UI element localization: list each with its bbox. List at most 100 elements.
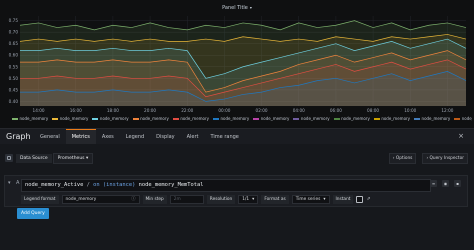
menu-icon[interactable]: ≡ — [430, 180, 437, 187]
legend-item[interactable]: node_memory — [213, 116, 249, 121]
min-step-placeholder: 2m — [173, 196, 181, 202]
legend-swatch — [12, 118, 18, 120]
editor-title: Graph — [6, 132, 31, 141]
chevron-down-icon: ▾ — [252, 196, 255, 202]
query-expression-input[interactable]: node_memory_Active / on (instance) node_… — [21, 179, 431, 192]
options-label: Options — [395, 156, 413, 161]
resolution-value: 1/1 — [242, 196, 250, 202]
x-tick-label: 08:00 — [367, 108, 379, 113]
metrics-editor: Data Source Prometheus ▾ › Options › Que… — [0, 144, 474, 250]
legend-item[interactable]: node_memory — [253, 116, 289, 121]
editor-tabs: General Metrics Axes Legend Display Alert Time… — [34, 129, 245, 145]
graph-panel: 0.75 0.70 0.65 0.60 0.55 0.50 0.45 0.40 14:00 16… — [0, 0, 474, 128]
x-tick-label: 22:00 — [181, 108, 193, 113]
x-tick-label: 20:00 — [144, 108, 156, 113]
query-letter: A — [16, 180, 20, 186]
legend-format-value: node_memory — [65, 196, 97, 202]
datasource-label: Data Source — [16, 153, 52, 163]
x-tick-label: 02:00 — [256, 108, 268, 113]
legend-item[interactable]: node_memory — [52, 116, 88, 121]
query-by-clause: on (instance) — [93, 182, 136, 188]
chevron-right-icon: › — [392, 156, 395, 161]
tab-time-range[interactable]: Time range — [205, 129, 245, 145]
legend-label: node_memory — [461, 116, 472, 121]
legend-swatch — [293, 118, 300, 120]
min-step-label: Min step — [142, 194, 167, 204]
chevron-down-icon: ▾ — [85, 155, 89, 161]
trash-icon[interactable]: ▪ — [454, 180, 461, 187]
add-query-button[interactable]: Add Query — [17, 208, 49, 219]
query-inspector-label: Query Inspector — [429, 156, 464, 161]
resolution-select[interactable]: 1/1 ▾ — [238, 194, 259, 204]
format-as-select[interactable]: Time series ▾ — [291, 194, 330, 204]
y-tick-label: 0.45 — [9, 87, 19, 92]
y-tick-label: 0.55 — [9, 64, 19, 69]
tab-display[interactable]: Display — [150, 129, 180, 145]
chevron-down-icon[interactable]: ▾ — [250, 5, 252, 10]
query-row: ▾ A node_memory_Active / on (instance) n… — [4, 175, 468, 207]
legend-item[interactable]: node_memory — [132, 116, 169, 121]
y-tick-label: 0.40 — [9, 99, 19, 104]
x-tick-label: 10:00 — [404, 108, 416, 113]
x-tick-label: 06:00 — [330, 108, 342, 113]
x-tick-label: 00:00 — [218, 108, 230, 113]
legend-swatch — [172, 118, 179, 120]
tab-alert[interactable]: Alert — [181, 129, 205, 145]
legend-label: node_memory — [140, 116, 169, 121]
legend-format-label: Legend format — [21, 194, 59, 204]
link-icon[interactable]: ⇗ — [366, 196, 370, 202]
legend-swatch — [373, 118, 380, 120]
legend-label: node_memory — [421, 116, 451, 121]
tab-general[interactable]: General — [34, 129, 66, 145]
legend-label: node_memory — [59, 116, 89, 121]
graph-chart: 0.75 0.70 0.65 0.60 0.55 0.50 0.45 0.40 14:00 16… — [9, 16, 467, 113]
legend-format-input[interactable]: node_memory ⓘ — [61, 194, 140, 204]
panel-title[interactable]: Panel Title — [222, 5, 248, 11]
x-tick-label: 18:00 — [107, 108, 119, 113]
legend-swatch — [454, 118, 461, 120]
y-tick-label: 0.60 — [9, 53, 19, 58]
min-step-input[interactable]: 2m — [169, 194, 204, 204]
legend-item[interactable]: node_memory — [12, 116, 48, 121]
legend-label: node_memory — [300, 116, 330, 121]
datasource-value: Prometheus — [57, 155, 85, 161]
collapse-icon[interactable]: ▾ — [8, 180, 11, 186]
resolution-label: Resolution — [206, 194, 236, 204]
datasource-select[interactable]: Prometheus ▾ — [52, 152, 94, 164]
panel-editor-header: Graph General Metrics Axes Legend Display Ale… — [0, 128, 474, 145]
legend-swatch — [52, 118, 59, 120]
legend-item[interactable]: node_memory — [454, 116, 472, 121]
legend-item[interactable]: node_memory — [333, 116, 370, 121]
tab-axes[interactable]: Axes — [96, 129, 120, 145]
close-icon[interactable]: × — [458, 132, 464, 140]
query-metric: node_memory_Active — [25, 182, 84, 188]
query-inspector-button[interactable]: › Query Inspector — [422, 153, 468, 164]
panel-title-menu[interactable]: Panel Title ▾ — [0, 5, 474, 11]
tab-legend[interactable]: Legend — [120, 129, 150, 145]
query-options-row: Legend format node_memory ⓘ Min step 2m … — [21, 194, 371, 204]
eye-icon[interactable]: ◉ — [442, 180, 449, 187]
legend-swatch — [132, 118, 139, 120]
y-tick-label: 0.75 — [9, 18, 19, 23]
datasource-row: Data Source Prometheus ▾ — [5, 152, 94, 164]
query-operator: / — [86, 182, 90, 188]
legend-swatch — [333, 118, 340, 120]
tab-metrics[interactable]: Metrics — [65, 129, 96, 145]
legend-item[interactable]: node_memory — [172, 116, 210, 121]
legend-item[interactable]: node_memory — [92, 116, 129, 121]
legend-item[interactable]: node_memory — [373, 116, 411, 121]
legend-item[interactable]: node_memory — [414, 116, 450, 121]
x-tick-label: 16:00 — [70, 108, 82, 113]
chevron-down-icon: ▾ — [323, 196, 326, 202]
legend-label: node_memory — [99, 116, 129, 121]
query-actions: ≡ ◉ ▪ — [430, 180, 461, 187]
legend-label: node_memory — [381, 116, 411, 121]
legend-label: node_memory — [180, 116, 210, 121]
legend-label: node_memory — [341, 116, 370, 121]
format-as-label: Format as — [261, 194, 289, 204]
chevron-right-icon: › — [426, 156, 429, 161]
legend-item[interactable]: node_memory — [293, 116, 330, 121]
options-button[interactable]: › Options — [388, 153, 417, 164]
instant-checkbox[interactable] — [356, 195, 364, 203]
x-tick-label: 14:00 — [33, 108, 45, 113]
